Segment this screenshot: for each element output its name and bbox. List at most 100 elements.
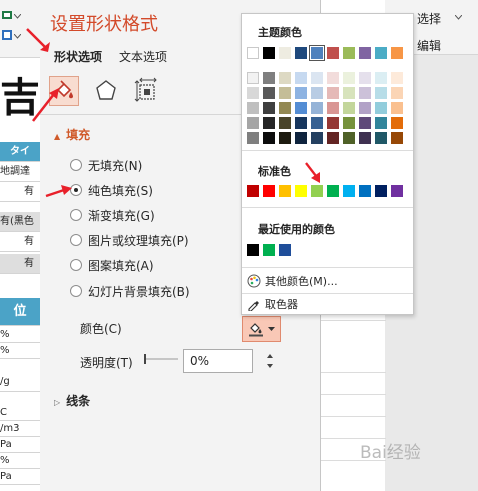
standard-color-swatch[interactable] [375, 185, 387, 197]
radio-no-fill[interactable]: 无填充(N) [70, 156, 142, 174]
theme-tint-swatch[interactable] [391, 132, 403, 144]
select-button[interactable]: 选择 [417, 10, 441, 27]
theme-tint-swatch[interactable] [359, 117, 371, 129]
theme-color-swatch[interactable] [247, 47, 259, 59]
theme-tint-swatch[interactable] [391, 72, 403, 84]
theme-tint-swatch[interactable] [311, 72, 323, 84]
theme-tint-swatch[interactable] [247, 102, 259, 114]
theme-tint-swatch[interactable] [343, 132, 355, 144]
transparency-slider[interactable] [143, 352, 178, 366]
theme-tint-swatch[interactable] [359, 87, 371, 99]
radio-slide-background-fill[interactable]: 幻灯片背景填充(B) [70, 282, 190, 300]
theme-tint-swatch[interactable] [247, 132, 259, 144]
standard-color-swatch[interactable] [311, 185, 323, 197]
recent-color-swatch[interactable] [247, 244, 259, 256]
theme-tint-swatch[interactable] [343, 72, 355, 84]
chevron-down-icon[interactable] [455, 15, 462, 20]
theme-color-swatch[interactable] [263, 47, 275, 59]
theme-tint-swatch[interactable] [311, 132, 323, 144]
theme-tint-swatch[interactable] [247, 117, 259, 129]
theme-tint-swatch[interactable] [375, 117, 387, 129]
spin-buttons[interactable] [264, 350, 276, 372]
theme-tint-swatch[interactable] [327, 72, 339, 84]
theme-tint-swatch[interactable] [279, 102, 291, 114]
theme-tint-swatch[interactable] [359, 102, 371, 114]
theme-color-swatch[interactable] [391, 47, 403, 59]
standard-color-swatch[interactable] [279, 185, 291, 197]
theme-tint-swatch[interactable] [391, 102, 403, 114]
theme-tint-swatch[interactable] [263, 132, 275, 144]
theme-color-swatch[interactable] [327, 47, 339, 59]
theme-tint-swatch[interactable] [279, 117, 291, 129]
standard-color-swatch[interactable] [391, 185, 403, 197]
theme-tint-swatch[interactable] [391, 87, 403, 99]
fill-color-button[interactable] [242, 316, 281, 342]
radio-button[interactable] [70, 159, 82, 171]
theme-color-swatch[interactable] [279, 47, 291, 59]
chevron-down-icon[interactable] [14, 34, 21, 39]
theme-tint-swatch[interactable] [295, 87, 307, 99]
theme-tint-swatch[interactable] [263, 102, 275, 114]
fill-section-header[interactable]: ▲ 填充 [54, 126, 90, 143]
theme-tint-swatch[interactable] [311, 102, 323, 114]
theme-tint-swatch[interactable] [343, 102, 355, 114]
theme-tint-swatch[interactable] [247, 72, 259, 84]
theme-tint-swatch[interactable] [327, 132, 339, 144]
standard-color-swatch[interactable] [359, 185, 371, 197]
theme-tint-swatch[interactable] [263, 117, 275, 129]
theme-tint-swatch[interactable] [375, 132, 387, 144]
theme-color-swatch[interactable] [375, 47, 387, 59]
standard-color-swatch[interactable] [295, 185, 307, 197]
standard-color-swatch[interactable] [327, 185, 339, 197]
tab-text-options[interactable]: 文本选项 [119, 48, 167, 65]
theme-tint-swatch[interactable] [359, 132, 371, 144]
radio-gradient-fill[interactable]: 渐变填充(G) [70, 206, 155, 224]
sheet-icon[interactable] [2, 10, 13, 20]
radio-button[interactable] [70, 209, 82, 221]
theme-tint-swatch[interactable] [375, 72, 387, 84]
theme-tint-swatch[interactable] [343, 87, 355, 99]
theme-color-swatch[interactable] [343, 47, 355, 59]
chevron-down-icon[interactable] [14, 14, 21, 19]
recent-color-swatch[interactable] [279, 244, 291, 256]
theme-tint-swatch[interactable] [327, 87, 339, 99]
theme-tint-swatch[interactable] [279, 132, 291, 144]
eyedropper-item[interactable]: 取色器 [247, 295, 298, 313]
radio-solid-fill[interactable]: 纯色填充(S) [70, 181, 153, 199]
theme-tint-swatch[interactable] [279, 72, 291, 84]
theme-tint-swatch[interactable] [295, 72, 307, 84]
standard-color-swatch[interactable] [263, 185, 275, 197]
theme-tint-swatch[interactable] [247, 87, 259, 99]
theme-color-swatch[interactable] [309, 45, 325, 61]
format-icon[interactable] [2, 30, 13, 40]
theme-tint-swatch[interactable] [263, 87, 275, 99]
radio-button[interactable] [70, 285, 82, 297]
theme-tint-swatch[interactable] [295, 132, 307, 144]
theme-tint-swatch[interactable] [359, 72, 371, 84]
theme-tint-swatch[interactable] [327, 117, 339, 129]
more-colors-item[interactable]: 其他颜色(M)... [247, 272, 338, 290]
line-section-header[interactable]: ▷ 线条 [54, 392, 90, 409]
theme-tint-swatch[interactable] [295, 102, 307, 114]
transparency-input[interactable]: 0% [183, 349, 253, 373]
theme-tint-swatch[interactable] [343, 117, 355, 129]
theme-tint-swatch[interactable] [375, 102, 387, 114]
theme-color-swatch[interactable] [295, 47, 307, 59]
size-properties-category[interactable] [132, 76, 162, 106]
radio-button[interactable] [70, 259, 82, 271]
standard-color-swatch[interactable] [343, 185, 355, 197]
radio-pattern-fill[interactable]: 图案填充(A) [70, 256, 154, 274]
recent-color-swatch[interactable] [263, 244, 275, 256]
radio-button[interactable] [70, 234, 82, 246]
theme-tint-swatch[interactable] [279, 87, 291, 99]
theme-tint-swatch[interactable] [327, 102, 339, 114]
radio-picture-fill[interactable]: 图片或纹理填充(P) [70, 231, 189, 249]
theme-tint-swatch[interactable] [391, 117, 403, 129]
theme-tint-swatch[interactable] [311, 87, 323, 99]
standard-color-swatch[interactable] [247, 185, 259, 197]
tab-shape-options[interactable]: 形状选项 [54, 48, 102, 65]
theme-tint-swatch[interactable] [311, 117, 323, 129]
theme-tint-swatch[interactable] [295, 117, 307, 129]
theme-color-swatch[interactable] [359, 47, 371, 59]
theme-tint-swatch[interactable] [263, 72, 275, 84]
